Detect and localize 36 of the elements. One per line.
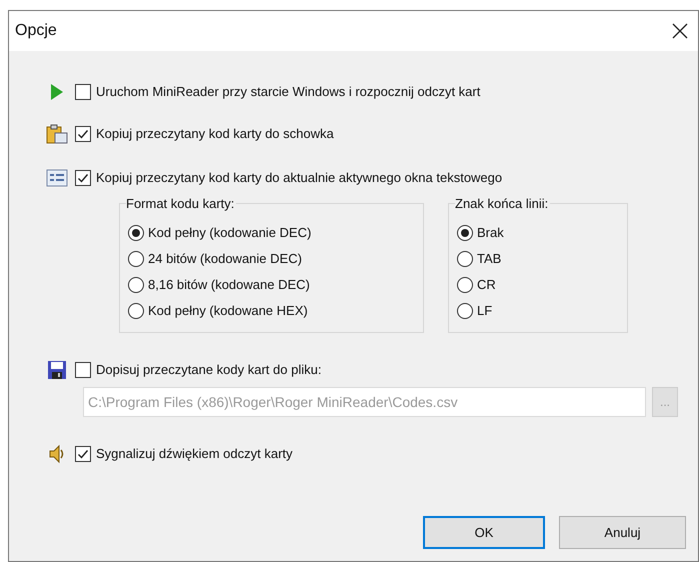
cancel-button[interactable]: Anuluj xyxy=(559,516,686,549)
radio-button[interactable] xyxy=(128,277,144,293)
checkbox-label: Dopisuj przeczytane kody kart do pliku: xyxy=(96,361,322,380)
radio-button[interactable] xyxy=(457,225,473,241)
close-icon[interactable] xyxy=(672,23,688,39)
check-icon xyxy=(77,128,89,140)
check-icon xyxy=(77,172,89,184)
radio-button[interactable] xyxy=(128,225,144,241)
radio-button[interactable] xyxy=(457,251,473,267)
radio-label: Kod pełny (kodowanie DEC) xyxy=(148,224,312,242)
play-icon xyxy=(50,83,64,101)
list-window-icon xyxy=(46,169,68,187)
window-title: Opcje xyxy=(15,21,57,41)
radio-label: 8,16 bitów (kodowane DEC) xyxy=(148,276,310,294)
checkbox-label: Uruchom MiniReader przy starcie Windows i rozpocznij odczyt kart xyxy=(96,83,480,102)
radio-button[interactable] xyxy=(128,251,144,267)
radio-label: CR xyxy=(477,276,496,294)
ok-button[interactable]: OK xyxy=(423,516,545,549)
checkbox[interactable] xyxy=(75,446,91,462)
checkbox[interactable] xyxy=(75,170,91,186)
radio-button[interactable] xyxy=(457,277,473,293)
checkbox-label: Kopiuj przeczytany kod karty do schowka xyxy=(96,125,334,144)
radio-label: LF xyxy=(477,302,492,320)
check-icon xyxy=(77,448,89,460)
radio-label: 24 bitów (kodowanie DEC) xyxy=(148,250,302,268)
checkbox-label: Kopiuj przeczytany kod karty do aktualnie aktywnego okna tekstowego xyxy=(96,169,502,188)
checkbox[interactable] xyxy=(75,84,91,100)
radio-label: Kod pełny (kodowane HEX) xyxy=(148,302,308,320)
checkbox-label: Sygnalizuj dźwiękiem odczyt karty xyxy=(96,445,293,464)
radio-button[interactable] xyxy=(128,303,144,319)
clipboard-icon xyxy=(46,124,68,144)
radio-button[interactable] xyxy=(457,303,473,319)
checkbox[interactable] xyxy=(75,126,91,142)
speaker-icon xyxy=(48,444,66,464)
radio-label: Brak xyxy=(477,224,504,242)
radio-label: TAB xyxy=(477,250,502,268)
